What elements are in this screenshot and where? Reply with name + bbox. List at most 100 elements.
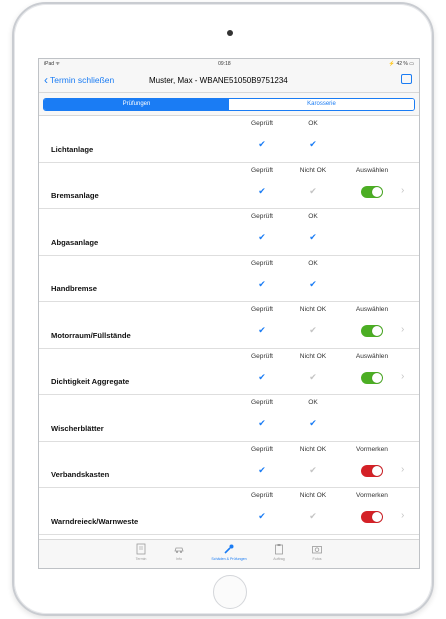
toggle-knob bbox=[372, 326, 382, 336]
checkmark-icon[interactable]: ✔ bbox=[258, 186, 266, 196]
checkmark-icon[interactable]: ✔ bbox=[258, 419, 266, 428]
status-time: 09:18 bbox=[218, 60, 231, 67]
chevron-right-icon[interactable]: › bbox=[401, 324, 404, 335]
row-label: Warndreieck/Warnweste bbox=[51, 516, 139, 526]
status-carrier: iPad ᯤ bbox=[44, 60, 60, 67]
chevron-right-icon[interactable]: › bbox=[401, 185, 404, 196]
column-header-geprueft: Geprüft bbox=[251, 120, 273, 127]
table-row: Dichtigkeit Aggregate Geprüft Nicht OK ✔ ✔ Au… bbox=[39, 349, 419, 395]
checkmark-icon[interactable]: ✔ bbox=[258, 233, 266, 242]
table-row: Handbremse Geprüft OK ✔ ✔ bbox=[39, 256, 419, 302]
toggle-knob bbox=[372, 512, 382, 522]
checkmark-icon[interactable]: ✔ bbox=[309, 186, 317, 196]
segment-pruefungen[interactable]: Prüfungen bbox=[44, 98, 229, 110]
checkmark-icon[interactable]: ✔ bbox=[258, 372, 266, 382]
status-battery: ⚡ 42 % ▭ bbox=[388, 60, 414, 67]
column-header-action: Auswählen bbox=[355, 352, 389, 360]
tab-label: Info bbox=[176, 557, 182, 561]
column-header-geprueft: Geprüft bbox=[251, 306, 273, 313]
home-button[interactable] bbox=[213, 575, 247, 609]
column-header-geprueft: Geprüft bbox=[251, 399, 273, 406]
table-row: Motorraum/Füllstände Geprüft Nicht OK ✔ ✔ Aus… bbox=[39, 302, 419, 349]
column-header-status: Nicht OK bbox=[299, 352, 327, 360]
clipboard-icon bbox=[275, 544, 283, 555]
toggle-knob bbox=[372, 465, 382, 476]
column-header-action: Auswählen bbox=[355, 306, 389, 313]
column-header-status: Nicht OK bbox=[299, 306, 327, 313]
tab-bar: Termin Info Schäden & Prüfungen Auftrag … bbox=[39, 539, 419, 568]
row-label: Verbandskasten bbox=[51, 470, 110, 479]
segmented-control: Prüfungen Karosserie bbox=[43, 97, 415, 111]
row-label: Wischerblätter bbox=[51, 423, 104, 433]
column-header-status: Nicht OK bbox=[299, 166, 327, 174]
toggle-switch[interactable] bbox=[361, 185, 383, 198]
back-button[interactable]: ‹ Termin schließen bbox=[39, 74, 114, 86]
toggle-switch[interactable] bbox=[361, 371, 383, 384]
column-header-geprueft: Geprüft bbox=[251, 352, 273, 360]
back-button-label: Termin schließen bbox=[50, 75, 115, 85]
checkmark-icon[interactable]: ✔ bbox=[309, 372, 317, 382]
row-label: Bremsanlage bbox=[51, 191, 99, 200]
checkmark-icon[interactable]: ✔ bbox=[309, 279, 317, 289]
car-icon bbox=[174, 547, 184, 553]
column-header-geprueft: Geprüft bbox=[251, 259, 273, 267]
checkmark-icon[interactable]: ✔ bbox=[309, 140, 317, 149]
row-label: Handbremse bbox=[51, 284, 98, 293]
tab-label: Auftrag bbox=[273, 557, 285, 561]
column-header-status: OK bbox=[308, 120, 318, 127]
table-row: Wischerblätter Geprüft OK ✔ ✔ bbox=[39, 395, 419, 442]
row-label: Dichtigkeit Aggregate bbox=[51, 377, 130, 386]
tab-auftrag[interactable]: Auftrag bbox=[265, 540, 293, 568]
column-header-geprueft: Geprüft bbox=[251, 492, 273, 499]
checkmark-icon[interactable]: ✔ bbox=[309, 326, 317, 335]
toggle-switch[interactable] bbox=[361, 464, 383, 477]
segment-karosserie[interactable]: Karosserie bbox=[229, 98, 414, 110]
table-row: Warndreieck/Warnweste Geprüft Nicht OK ✔ ✔ Vo… bbox=[39, 488, 419, 535]
table-row: Verbandskasten Geprüft Nicht OK ✔ ✔ Vormerken… bbox=[39, 442, 419, 488]
app-screen: iPad ᯤ 09:18 ⚡ 42 % ▭ ‹ Termin schließen… bbox=[38, 58, 420, 569]
checkmark-icon[interactable]: ✔ bbox=[309, 233, 317, 242]
chevron-right-icon[interactable]: › bbox=[401, 464, 404, 475]
checkmark-icon[interactable]: ✔ bbox=[258, 326, 266, 335]
column-header-action: Auswählen bbox=[355, 166, 389, 174]
row-label: Abgasanlage bbox=[51, 237, 99, 247]
page-title: Muster, Max - WBANE51050B9751234 bbox=[149, 75, 288, 85]
toggle-knob bbox=[372, 186, 382, 197]
checkmark-icon[interactable]: ✔ bbox=[258, 512, 266, 521]
tab-info[interactable]: Info bbox=[165, 540, 193, 568]
checklist-table: Lichtanlage Geprüft OK ✔ ✔ Bremsanlage Geprüft… bbox=[39, 116, 419, 535]
column-header-status: Nicht OK bbox=[299, 492, 327, 499]
segment-bar: Prüfungen Karosserie bbox=[39, 93, 419, 116]
checkmark-icon[interactable]: ✔ bbox=[258, 279, 266, 289]
chevron-left-icon: ‹ bbox=[44, 73, 48, 87]
checkmark-icon[interactable]: ✔ bbox=[258, 465, 266, 475]
row-label: Motorraum/Füllstände bbox=[51, 330, 131, 340]
document-icon bbox=[136, 543, 146, 555]
tab-termin[interactable]: Termin bbox=[127, 540, 155, 568]
tab-schaeden-pruefungen[interactable]: Schäden & Prüfungen bbox=[203, 540, 255, 568]
tab-label: Schäden & Prüfungen bbox=[211, 557, 247, 561]
column-header-geprueft: Geprüft bbox=[251, 166, 273, 174]
column-header-geprueft: Geprüft bbox=[251, 445, 273, 453]
checkmark-icon[interactable]: ✔ bbox=[258, 140, 266, 149]
column-header-geprueft: Geprüft bbox=[251, 213, 273, 220]
table-row: Lichtanlage Geprüft OK ✔ ✔ bbox=[39, 116, 419, 163]
column-header-status: Nicht OK bbox=[299, 445, 327, 453]
checkmark-icon[interactable]: ✔ bbox=[309, 512, 317, 521]
chevron-right-icon[interactable]: › bbox=[401, 510, 404, 521]
toggle-switch[interactable] bbox=[361, 325, 383, 337]
table-row: Abgasanlage Geprüft OK ✔ ✔ bbox=[39, 209, 419, 256]
checkmark-icon[interactable]: ✔ bbox=[309, 419, 317, 428]
column-header-action: Vormerken bbox=[356, 492, 388, 499]
toggle-switch[interactable] bbox=[361, 511, 383, 523]
row-label: Lichtanlage bbox=[51, 144, 94, 154]
navigation-bar: ‹ Termin schließen Muster, Max - WBANE51… bbox=[39, 68, 419, 93]
status-bar: iPad ᯤ 09:18 ⚡ 42 % ▭ bbox=[39, 59, 419, 68]
camera-icon[interactable] bbox=[401, 74, 412, 84]
column-header-status: OK bbox=[308, 213, 318, 220]
tab-label: Fotos bbox=[312, 557, 322, 561]
chevron-right-icon[interactable]: › bbox=[401, 371, 404, 382]
checkmark-icon[interactable]: ✔ bbox=[309, 465, 317, 475]
tab-fotos[interactable]: Fotos bbox=[303, 540, 331, 568]
column-header-status: OK bbox=[308, 259, 318, 267]
